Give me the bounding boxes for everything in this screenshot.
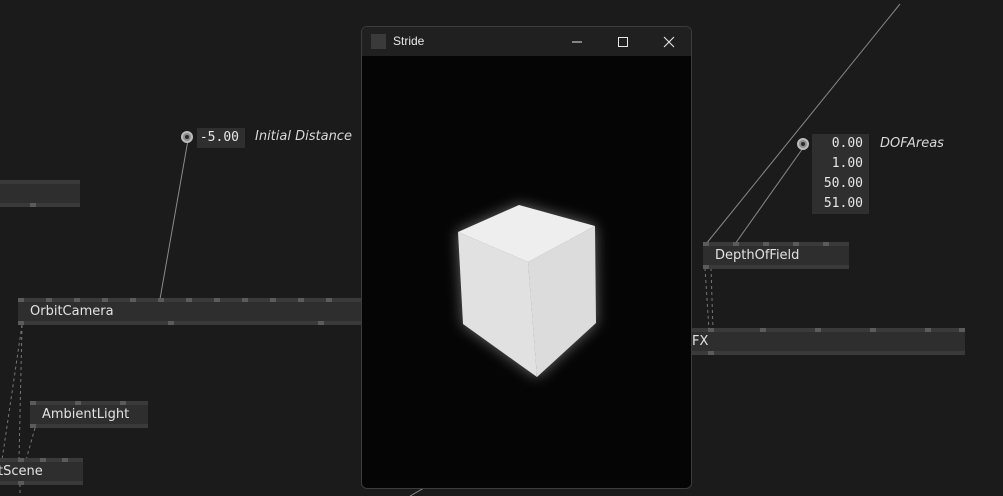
link-camera-scene-1 [1,324,23,461]
input-pin[interactable] [870,328,876,332]
iobox-value[interactable]: 1.00 [812,154,869,174]
output-pin[interactable] [168,321,174,325]
output-pin[interactable] [703,265,709,269]
node-ambient-light[interactable]: AmbientLight [30,401,148,428]
input-pin[interactable] [186,298,192,302]
node-scene[interactable]: tScene [0,458,83,485]
close-icon [663,36,675,47]
window-title: Stride [393,34,425,48]
input-pin[interactable] [62,458,68,462]
link-distance-camera [159,139,189,300]
input-pin[interactable] [925,328,931,332]
input-pin[interactable] [298,298,304,302]
minimize-button[interactable] [554,27,600,56]
input-pin[interactable] [158,298,164,302]
input-pin[interactable] [708,328,714,332]
input-pin[interactable] [242,298,248,302]
link-dof-fx-2 [710,267,714,331]
input-pin[interactable] [815,328,821,332]
node-label: tScene [0,464,43,479]
output-pin[interactable] [30,424,36,428]
link-dofareas-dof [734,147,804,245]
minimize-icon [572,41,582,42]
iobox-initial-distance[interactable]: -5.00 [197,128,245,148]
link-camera-scene-2 [18,324,23,461]
input-pin[interactable] [959,328,965,332]
iobox-value[interactable]: 0.00 [812,134,869,154]
input-pin[interactable] [823,242,829,246]
input-pin[interactable] [760,328,766,332]
iobox-label: Initial Distance [255,129,352,144]
node-depth-of-field[interactable]: DepthOfField [703,242,849,269]
node-label: FX [692,334,709,349]
node-partial-left[interactable] [0,180,80,207]
link-bottom [409,487,425,496]
link-light-scene [25,427,36,461]
node-label: AmbientLight [42,407,130,422]
render-viewport[interactable] [362,56,691,488]
cube-render [458,205,596,377]
app-icon [371,34,386,49]
input-pin[interactable] [326,298,332,302]
iobox-handle-icon[interactable] [181,131,193,143]
link-dof-fx-1 [704,267,710,331]
input-pin[interactable] [270,298,276,302]
maximize-button[interactable] [600,27,646,56]
node-label: DepthOfField [715,248,800,263]
iobox-value[interactable]: 51.00 [812,194,869,214]
stride-window[interactable]: Stride [361,26,692,489]
link-top-dof [705,3,901,245]
output-pin[interactable] [708,351,714,355]
iobox-handle-icon[interactable] [797,138,809,150]
iobox-label: DOFAreas [880,136,944,151]
node-orbit-camera[interactable]: OrbitCamera [18,298,362,325]
input-pin[interactable] [703,242,709,246]
iobox-value[interactable]: 50.00 [812,174,869,194]
node-label: OrbitCamera [30,304,114,319]
output-pin[interactable] [18,481,24,485]
maximize-icon [618,36,628,47]
input-pin[interactable] [30,401,36,405]
output-pin[interactable] [30,203,36,207]
input-pin[interactable] [130,298,136,302]
close-button[interactable] [646,27,691,56]
patch-canvas[interactable]: -5.00 Initial Distance OrbitCamera Ambie… [0,0,1003,496]
window-titlebar[interactable]: Stride [362,27,691,56]
iobox-dof-areas[interactable]: 0.00 1.00 50.00 51.00 [812,134,869,214]
output-pin[interactable] [318,321,324,325]
input-pin[interactable] [214,298,220,302]
input-pin[interactable] [18,298,24,302]
iobox-value[interactable]: -5.00 [197,128,245,148]
output-pin[interactable] [18,321,24,325]
